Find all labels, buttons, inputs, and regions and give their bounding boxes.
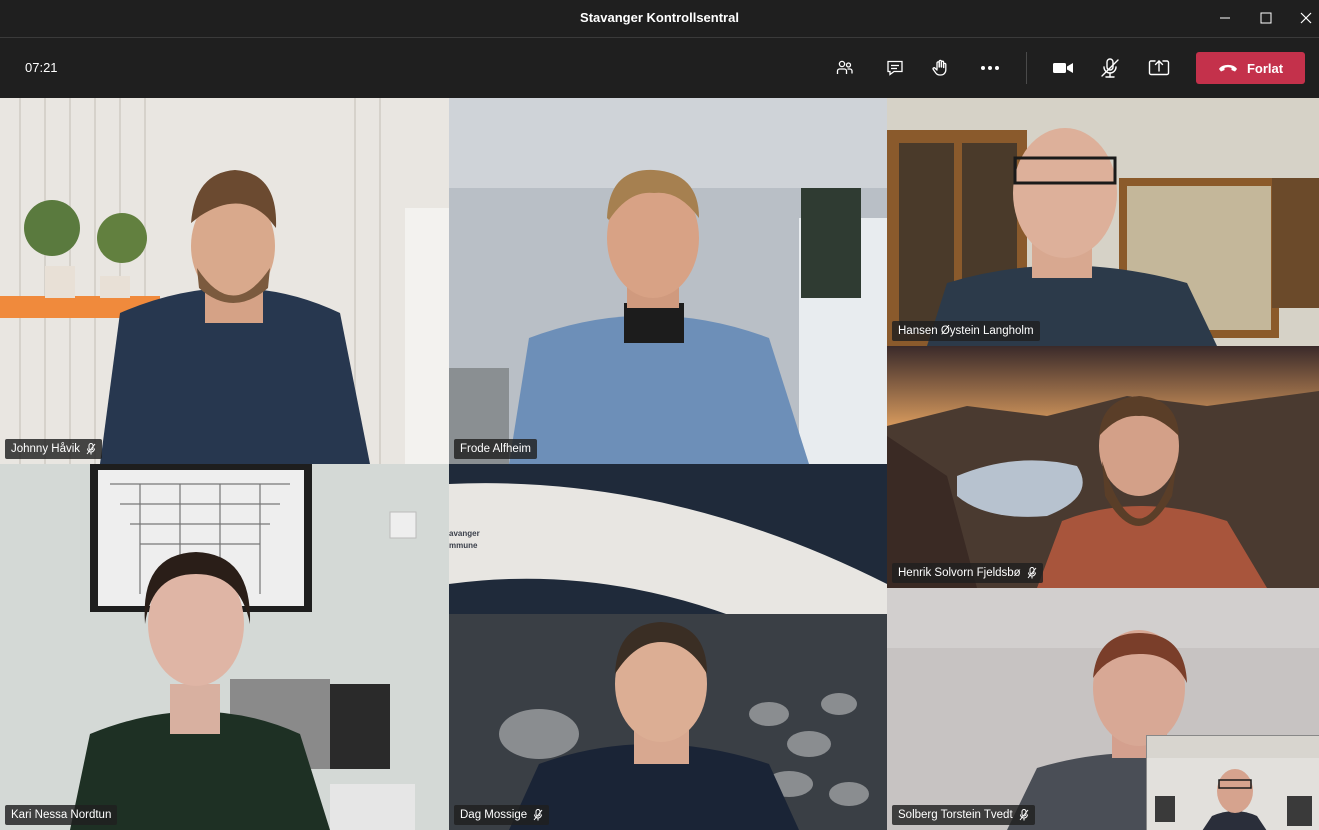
participant-name: Hansen Øystein Langholm: [898, 325, 1034, 337]
participant-name: Kari Nessa Nordtun: [11, 809, 112, 821]
raise-hand-icon: [932, 59, 947, 76]
participant-video: [449, 464, 887, 830]
participant-video: [0, 464, 449, 830]
leave-label: Forlat: [1246, 60, 1284, 76]
participant-name-tag: Frode Alfheim: [454, 439, 537, 459]
maximize-button[interactable]: [1250, 6, 1282, 30]
title-bar: Stavanger Kontrollsentral: [0, 0, 1319, 38]
video-tile-johnny-havik[interactable]: Johnny Håvik: [0, 98, 449, 464]
video-tile-hansen-oystein-langholm[interactable]: Hansen Øystein Langholm: [887, 98, 1319, 346]
raise-hand-button[interactable]: [925, 52, 957, 84]
self-view-video[interactable]: [1146, 735, 1319, 830]
video-tile-henrik-solvorn-fjeldsbo[interactable]: Henrik Solvorn Fjeldsbø: [887, 346, 1319, 588]
microphone-muted-icon: [1027, 567, 1037, 579]
video-tile-frode-alfheim[interactable]: Frode Alfheim: [449, 98, 887, 464]
microphone-button[interactable]: [1094, 52, 1126, 84]
meeting-timer: 07:21: [25, 60, 58, 75]
participant-name: Frode Alfheim: [460, 443, 531, 455]
camera-icon: [1053, 63, 1073, 73]
microphone-muted-icon: [1101, 58, 1119, 78]
background-logo-text: avanger mmune: [449, 529, 480, 550]
participant-name: Henrik Solvorn Fjeldsbø: [898, 567, 1021, 579]
camera-button[interactable]: [1047, 52, 1079, 84]
hang-up-icon: [1218, 64, 1237, 72]
participant-video: [449, 98, 887, 464]
participant-name-tag: Kari Nessa Nordtun: [5, 805, 118, 825]
more-options-button[interactable]: [974, 52, 1006, 84]
chat-button[interactable]: [879, 52, 911, 84]
more-options-icon: [981, 66, 999, 70]
share-screen-button[interactable]: [1143, 52, 1175, 84]
minimize-icon: [1220, 17, 1230, 19]
participant-name: Johnny Håvik: [11, 443, 81, 455]
microphone-muted-icon: [533, 809, 543, 821]
participant-video: [887, 346, 1319, 588]
participant-video: [887, 98, 1319, 346]
participant-name-tag: Dag Mossige: [454, 805, 550, 825]
participants-icon: [836, 60, 853, 74]
video-tile-kari-nessa-nordtun[interactable]: Kari Nessa Nordtun: [0, 464, 449, 830]
participant-name-tag: Hansen Øystein Langholm: [892, 321, 1040, 341]
toolbar-divider: [1026, 52, 1027, 84]
participant-name-tag: Henrik Solvorn Fjeldsbø: [892, 563, 1043, 583]
participants-button[interactable]: [829, 52, 861, 84]
chat-icon: [887, 60, 903, 76]
share-screen-icon: [1148, 60, 1170, 76]
window-title: Stavanger Kontrollsentral: [580, 10, 739, 25]
participant-video: [0, 98, 449, 464]
leave-button[interactable]: Forlat: [1196, 52, 1305, 84]
close-button[interactable]: [1290, 6, 1319, 30]
close-icon: [1300, 12, 1312, 24]
participant-name: Solberg Torstein Tvedt: [898, 809, 1013, 821]
video-tile-dag-mossige[interactable]: avanger mmune Dag Mossige: [449, 464, 887, 830]
meeting-toolbar: 07:21 Forlat: [0, 38, 1319, 98]
microphone-muted-icon: [86, 443, 96, 455]
participant-name-tag: Solberg Torstein Tvedt: [892, 805, 1035, 825]
microphone-muted-icon: [1019, 809, 1029, 821]
maximize-icon: [1260, 12, 1272, 24]
minimize-button[interactable]: [1209, 6, 1241, 30]
participant-video: [1147, 736, 1319, 830]
participant-name-tag: Johnny Håvik: [5, 439, 103, 459]
teams-meeting-window: Stavanger Kontrollsentral 07:21 Forlat J…: [0, 0, 1319, 830]
participant-name: Dag Mossige: [460, 809, 528, 821]
